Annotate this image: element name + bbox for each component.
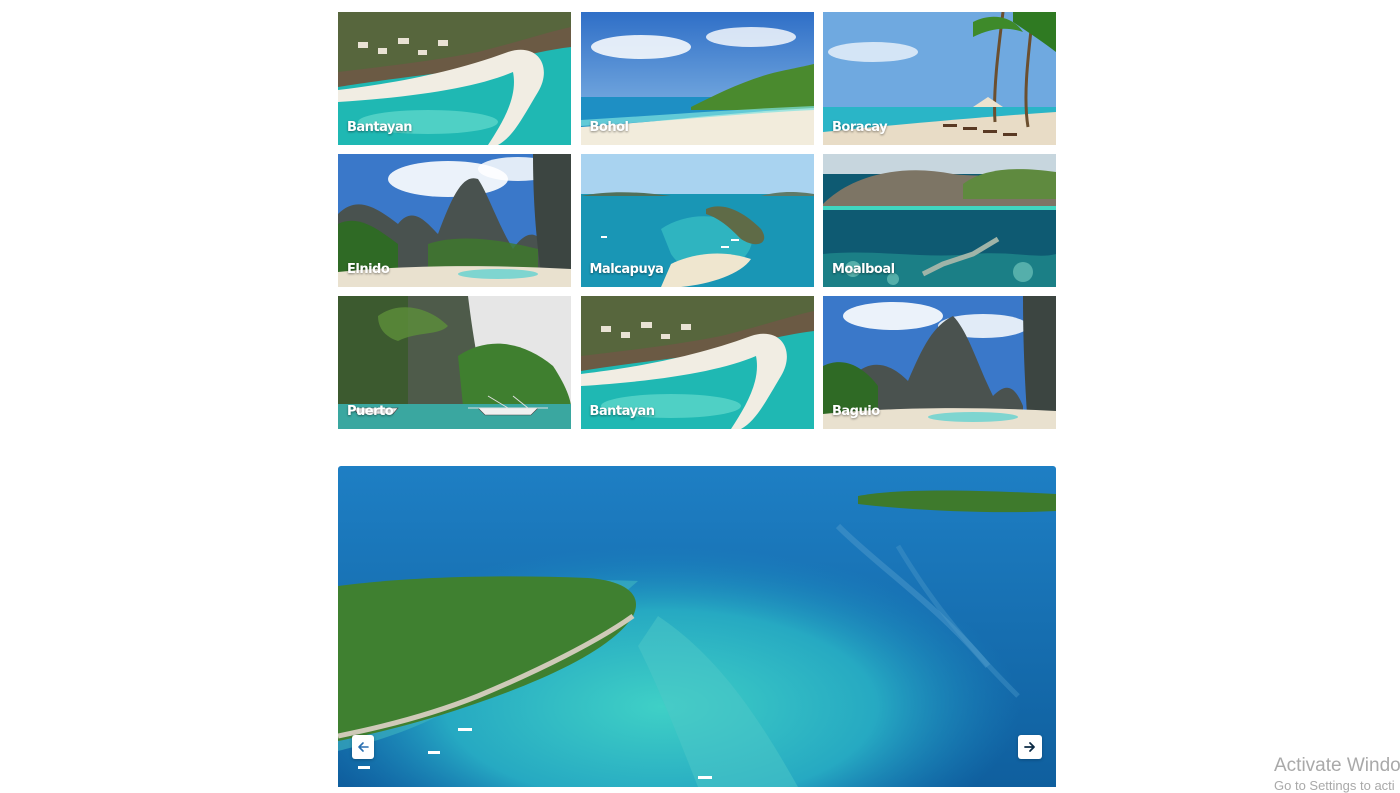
gallery-tile-puerto[interactable]: Puerto — [338, 296, 571, 429]
gallery-tile-boracay[interactable]: Boracay — [823, 12, 1056, 145]
watermark-subtitle: Go to Settings to acti — [1274, 778, 1395, 793]
gallery-tile-bantayan[interactable]: Bantayan — [580, 296, 814, 429]
tile-label: Puerto — [347, 404, 394, 419]
gallery-tile-moalboal[interactable]: Moalboal — [823, 154, 1056, 287]
gallery-tile-malcapuya[interactable]: Malcapuya — [580, 154, 814, 287]
tile-label: Baguio — [832, 404, 880, 419]
gallery-tile-baguio[interactable]: Baguio — [823, 296, 1056, 429]
destination-gallery: Bantayan Bohol Boracay Elnido Malcapuya … — [338, 12, 1056, 429]
carousel-slide-image — [338, 466, 1056, 787]
gallery-tile-bohol[interactable]: Bohol — [580, 12, 814, 145]
tile-label: Elnido — [347, 262, 390, 277]
gallery-tile-elnido[interactable]: Elnido — [338, 154, 571, 287]
carousel-next-button[interactable] — [1018, 735, 1042, 759]
watermark-title: Activate Window — [1274, 755, 1400, 776]
tile-label: Bohol — [589, 120, 629, 135]
hero-carousel — [338, 466, 1056, 787]
windows-activation-watermark: Activate Window Go to Settings to acti — [1274, 755, 1400, 793]
carousel-prev-button[interactable] — [352, 735, 374, 759]
tile-label: Malcapuya — [589, 262, 664, 277]
gallery-tile-bantayan[interactable]: Bantayan — [338, 12, 571, 145]
tile-label: Bantayan — [347, 120, 413, 135]
tile-label: Bantayan — [589, 404, 656, 419]
tile-label: Boracay — [832, 120, 888, 135]
arrow-right-icon — [1024, 742, 1035, 752]
arrow-left-icon — [358, 742, 369, 752]
tile-label: Moalboal — [832, 262, 895, 277]
